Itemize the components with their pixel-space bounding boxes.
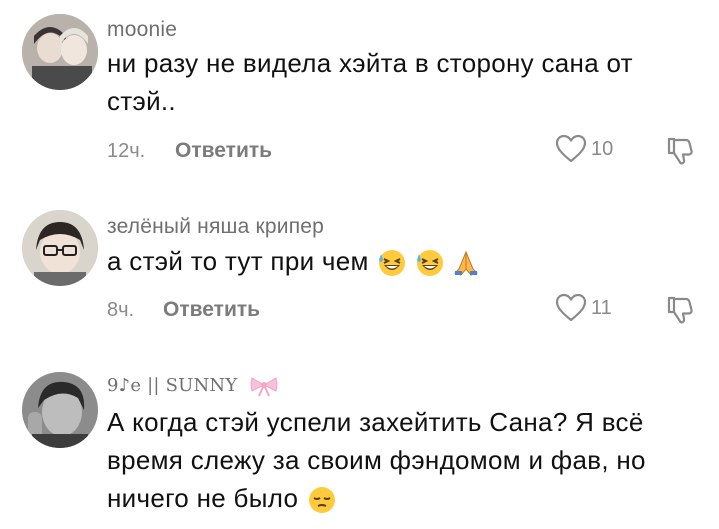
heart-outline-icon [555, 134, 587, 163]
like-count: 10 [591, 137, 614, 160]
comment-text-body: А когда стэй успели захейтить Сана? Я вс… [107, 407, 646, 513]
avatar[interactable] [22, 210, 98, 286]
grinning-squinting-sweat-emoji [379, 250, 406, 277]
comment-username-text: 9♪e || SUNNY [107, 375, 238, 396]
comment-text-body: а стэй то тут при чем [107, 246, 369, 276]
comment-text: ни разу не видела хэйта в сторону сана о… [107, 48, 633, 116]
folded-hands-emoji [454, 250, 479, 276]
comment-time: 8ч. [107, 299, 135, 321]
pensive-face-emoji [308, 487, 335, 514]
grinning-squinting-sweat-emoji [416, 250, 443, 277]
heart-outline-icon [555, 293, 587, 322]
comment-username[interactable]: moonie [107, 18, 177, 42]
comment-time: 12ч. [107, 140, 146, 162]
like-button[interactable]: 11 [555, 293, 612, 323]
comment-username[interactable]: зелёный няша крипер [107, 215, 324, 239]
ribbon-bow-icon [250, 377, 278, 397]
thumbs-down-outline-icon [667, 137, 693, 165]
avatar[interactable] [22, 372, 98, 448]
reply-button[interactable]: Ответить [175, 139, 272, 163]
reply-button[interactable]: Ответить [163, 298, 260, 322]
comment-username[interactable]: 9♪e || SUNNY [107, 375, 279, 397]
thumbs-down-outline-icon [667, 296, 693, 324]
dislike-button[interactable] [666, 136, 694, 171]
dislike-button[interactable] [666, 295, 694, 330]
like-button[interactable]: 10 [555, 134, 613, 164]
comment-text: а стэй то тут при чем [107, 242, 697, 280]
comment-text: А когда стэй успели захейтить Сана? Я вс… [107, 403, 697, 517]
like-count: 11 [591, 296, 612, 319]
avatar[interactable] [22, 14, 98, 90]
